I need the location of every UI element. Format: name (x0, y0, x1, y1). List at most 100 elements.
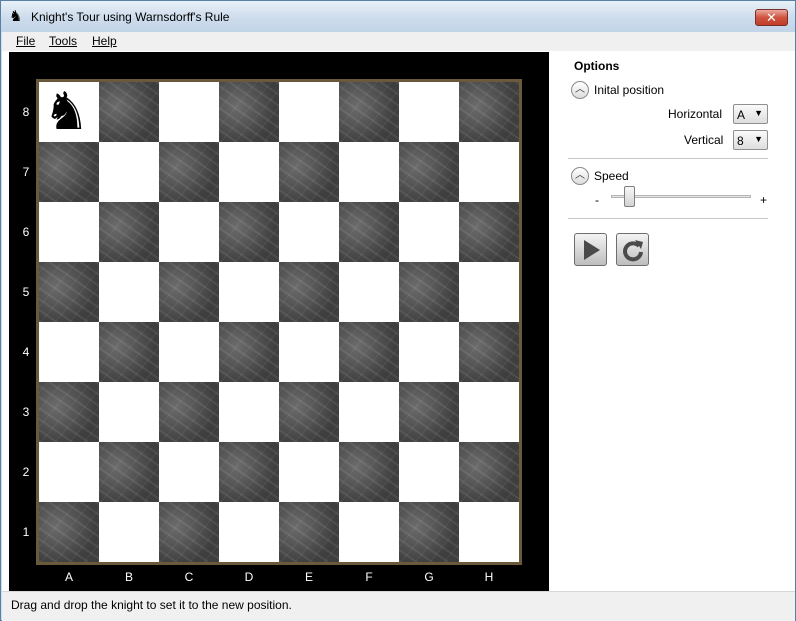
square-e6[interactable] (279, 202, 339, 262)
square-f1[interactable] (339, 502, 399, 562)
client-area: 8 7 6 5 4 3 2 1 ♞ A B C D E F G H Options ︿ Inital pos… (2, 51, 795, 592)
speed-min-label: - (595, 193, 599, 207)
square-c8[interactable] (159, 82, 219, 142)
menu-tools-label: Tools (49, 34, 78, 48)
square-d6[interactable] (219, 202, 279, 262)
square-g1[interactable] (399, 502, 459, 562)
square-e7[interactable] (279, 142, 339, 202)
square-g5[interactable] (399, 262, 459, 322)
speed-label: Speed (594, 169, 629, 183)
close-icon: ✕ (766, 10, 777, 25)
square-a3[interactable] (39, 382, 99, 442)
close-button[interactable]: ✕ (755, 9, 788, 26)
square-c1[interactable] (159, 502, 219, 562)
square-f3[interactable] (339, 382, 399, 442)
square-a2[interactable] (39, 442, 99, 502)
square-h4[interactable] (459, 322, 519, 382)
menu-file[interactable]: File (16, 34, 35, 48)
square-d7[interactable] (219, 142, 279, 202)
square-d2[interactable] (219, 442, 279, 502)
square-b1[interactable] (99, 502, 159, 562)
square-h2[interactable] (459, 442, 519, 502)
square-c2[interactable] (159, 442, 219, 502)
options-panel: Options ︿ Inital position Horizontal A ▼… (550, 52, 795, 592)
square-d3[interactable] (219, 382, 279, 442)
square-f4[interactable] (339, 322, 399, 382)
square-b7[interactable] (99, 142, 159, 202)
square-c4[interactable] (159, 322, 219, 382)
speed-max-label: + (760, 193, 768, 207)
initial-position-label: Inital position (594, 83, 665, 97)
square-c6[interactable] (159, 202, 219, 262)
square-d4[interactable] (219, 322, 279, 382)
square-b8[interactable] (99, 82, 159, 142)
square-c7[interactable] (159, 142, 219, 202)
vertical-label: Vertical (684, 133, 724, 147)
square-e1[interactable] (279, 502, 339, 562)
speed-slider-thumb[interactable] (623, 186, 635, 207)
square-h7[interactable] (459, 142, 519, 202)
square-e4[interactable] (279, 322, 339, 382)
square-h5[interactable] (459, 262, 519, 322)
square-b5[interactable] (99, 262, 159, 322)
reset-button[interactable] (616, 233, 649, 266)
square-g4[interactable] (399, 322, 459, 382)
window-title: Knight's Tour using Warnsdorff's Rule (31, 10, 230, 24)
knight-icon[interactable]: ♞ (43, 84, 90, 140)
board-grid: ♞ (39, 82, 519, 562)
square-f6[interactable] (339, 202, 399, 262)
square-a7[interactable] (39, 142, 99, 202)
square-h1[interactable] (459, 502, 519, 562)
square-e3[interactable] (279, 382, 339, 442)
vertical-select[interactable]: 8 ▼ (733, 130, 768, 150)
title-bar: ♞ Knight's Tour using Warnsdorff's Rule … (1, 1, 795, 32)
initial-position-expander[interactable]: ︿ (571, 81, 589, 99)
file-label: B (124, 570, 133, 584)
chevron-down-icon: ▼ (754, 134, 763, 144)
square-e2[interactable] (279, 442, 339, 502)
square-e8[interactable] (279, 82, 339, 142)
square-h8[interactable] (459, 82, 519, 142)
square-a5[interactable] (39, 262, 99, 322)
square-f2[interactable] (339, 442, 399, 502)
square-c5[interactable] (159, 262, 219, 322)
square-a8[interactable]: ♞ (39, 82, 99, 142)
rank-label: 5 (22, 285, 30, 299)
square-b3[interactable] (99, 382, 159, 442)
square-g2[interactable] (399, 442, 459, 502)
square-a6[interactable] (39, 202, 99, 262)
square-b6[interactable] (99, 202, 159, 262)
square-d1[interactable] (219, 502, 279, 562)
square-g6[interactable] (399, 202, 459, 262)
chevron-down-icon: ▼ (754, 108, 763, 118)
square-f8[interactable] (339, 82, 399, 142)
options-title: Options (574, 59, 620, 73)
square-d8[interactable] (219, 82, 279, 142)
separator (568, 158, 768, 159)
menu-help-label: Help (92, 34, 117, 48)
menu-tools[interactable]: Tools (49, 34, 77, 48)
square-c3[interactable] (159, 382, 219, 442)
square-g7[interactable] (399, 142, 459, 202)
horizontal-select[interactable]: A ▼ (733, 104, 768, 124)
knight-icon: ♞ (9, 8, 23, 25)
square-d5[interactable] (219, 262, 279, 322)
square-e5[interactable] (279, 262, 339, 322)
horizontal-label: Horizontal (668, 107, 723, 121)
square-g3[interactable] (399, 382, 459, 442)
square-f7[interactable] (339, 142, 399, 202)
square-b2[interactable] (99, 442, 159, 502)
square-h3[interactable] (459, 382, 519, 442)
square-g8[interactable] (399, 82, 459, 142)
square-b4[interactable] (99, 322, 159, 382)
menu-help[interactable]: Help (92, 34, 117, 48)
speed-expander[interactable]: ︿ (571, 167, 589, 185)
rank-label: 8 (22, 105, 30, 119)
rank-label: 7 (22, 165, 30, 179)
square-a1[interactable] (39, 502, 99, 562)
play-button[interactable] (574, 233, 607, 266)
square-h6[interactable] (459, 202, 519, 262)
chessboard: ♞ (36, 79, 522, 565)
square-f5[interactable] (339, 262, 399, 322)
square-a4[interactable] (39, 322, 99, 382)
